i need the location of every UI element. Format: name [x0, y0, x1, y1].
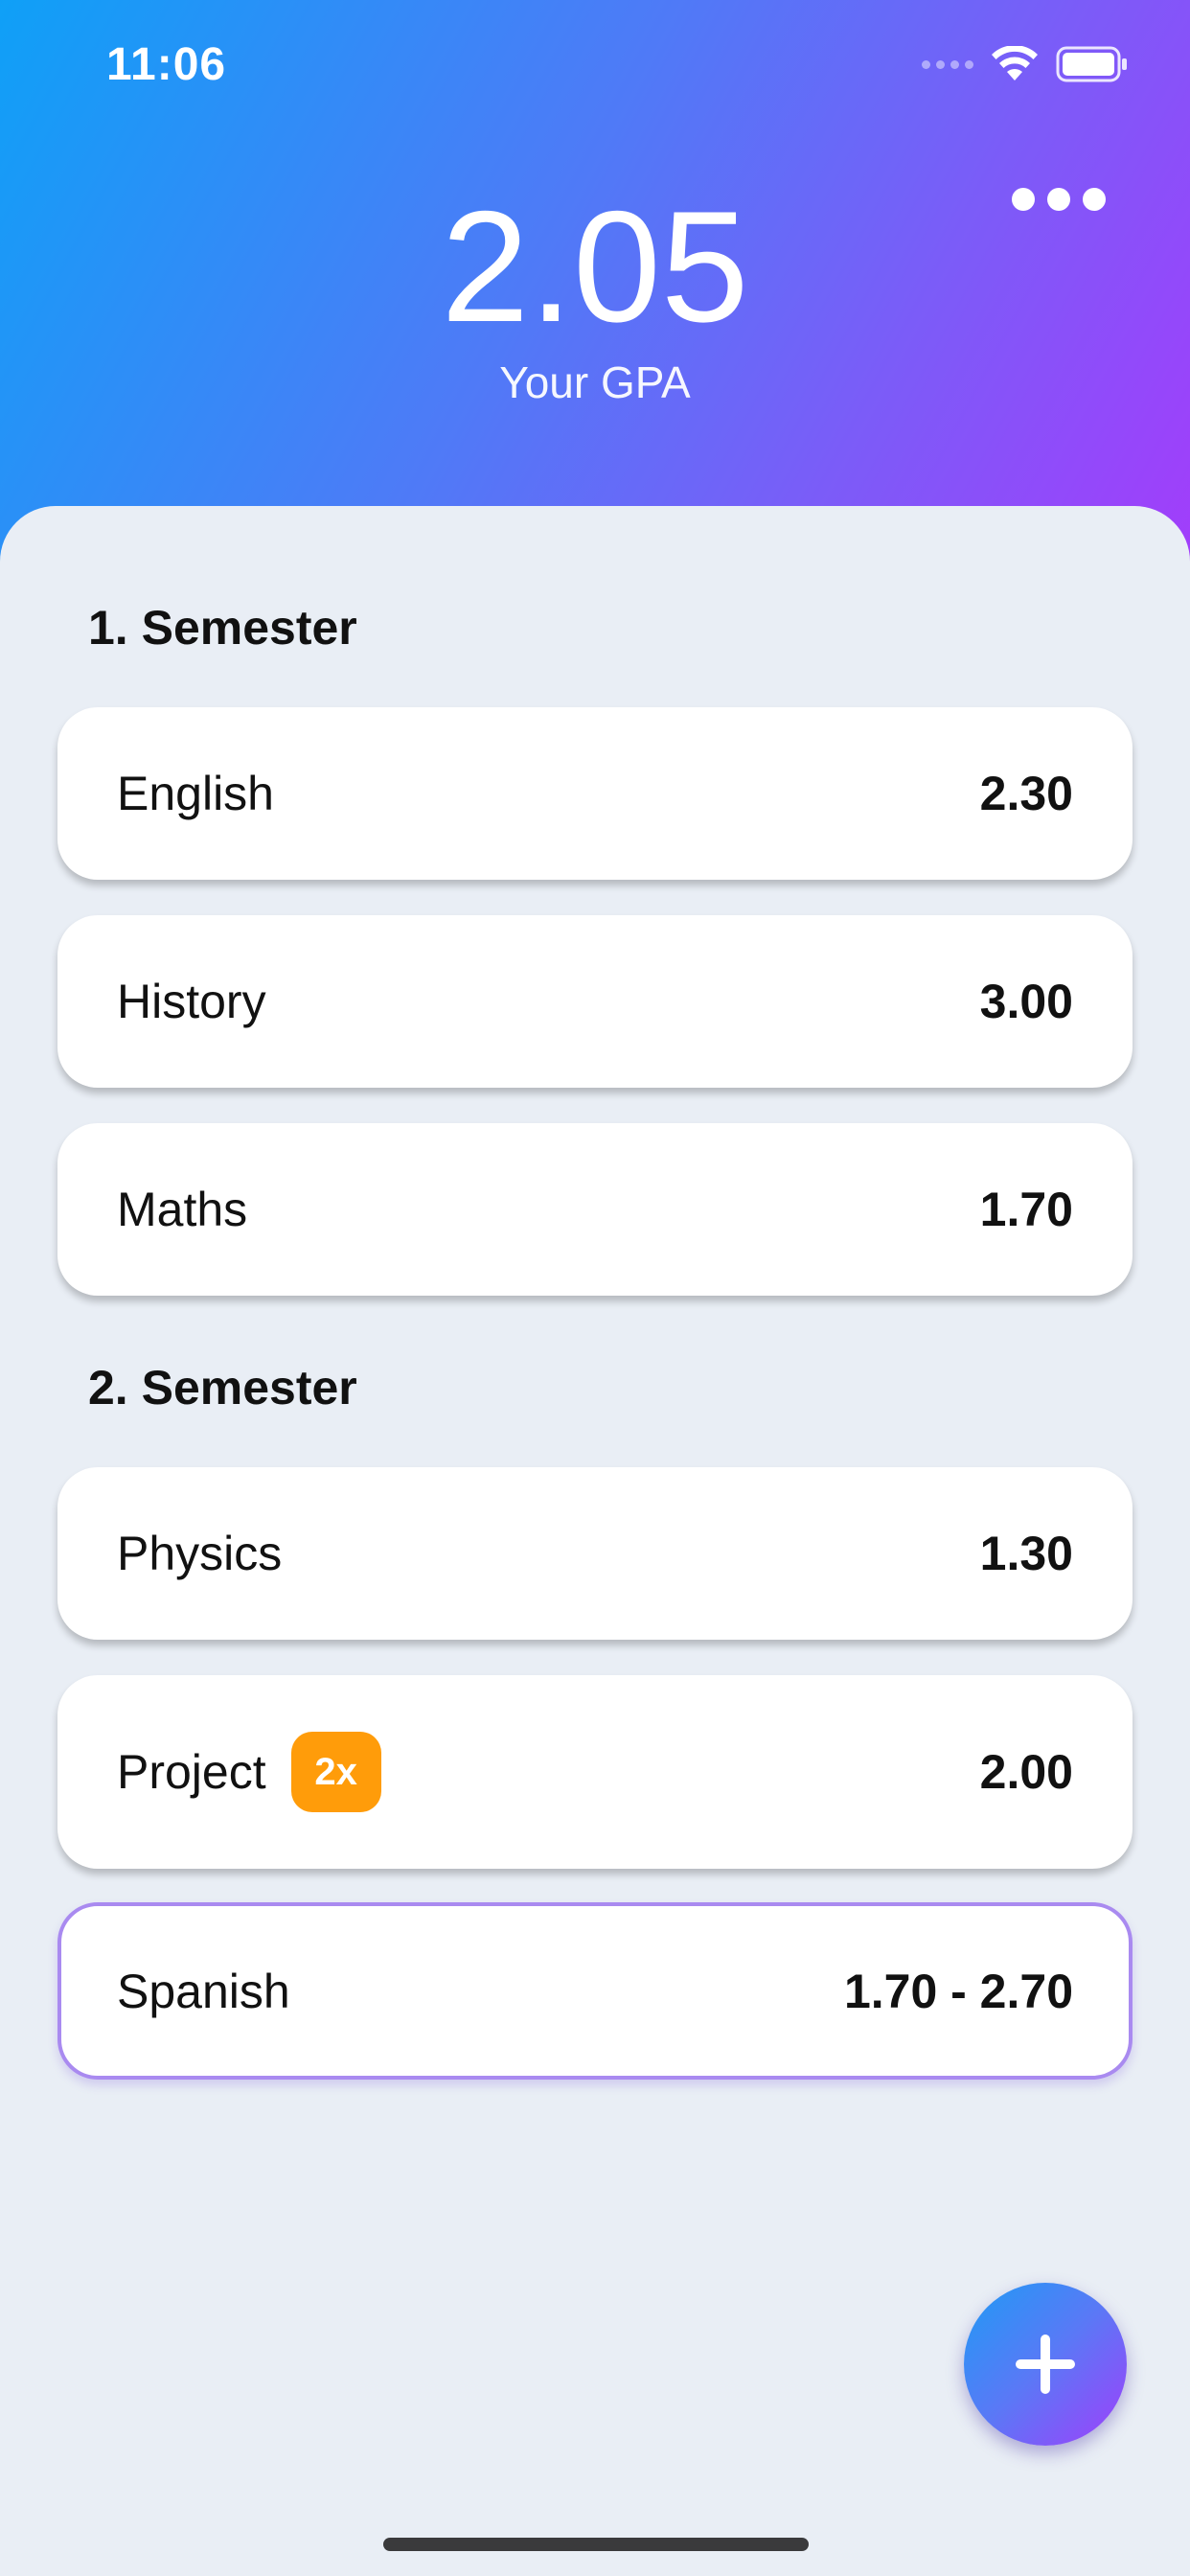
- plus-icon: [1016, 2334, 1075, 2394]
- course-card-project[interactable]: Project 2x 2.00: [57, 1675, 1133, 1869]
- course-name: Maths: [117, 1183, 248, 1236]
- weight-badge: 2x: [290, 1732, 381, 1812]
- course-card-spanish[interactable]: Spanish 1.70 - 2.70: [57, 1902, 1133, 2080]
- course-grade: 1.30: [979, 1527, 1073, 1580]
- course-name-group: Project 2x: [117, 1732, 381, 1812]
- wifi-icon: [991, 46, 1039, 82]
- section-title-semester-1: 1. Semester: [88, 601, 357, 655]
- course-grade: 3.00: [979, 975, 1073, 1028]
- course-card-english[interactable]: English 2.30: [57, 707, 1133, 880]
- add-course-button[interactable]: [964, 2283, 1127, 2446]
- gpa-value: 2.05: [441, 178, 749, 355]
- course-grade: 2.30: [979, 767, 1073, 820]
- course-name: History: [117, 975, 266, 1028]
- gpa-label: Your GPA: [499, 357, 691, 407]
- course-name: Physics: [117, 1527, 283, 1580]
- gpa-screen: 11:06 2.05 Your GPA 1. Semester English …: [0, 0, 1190, 2576]
- course-grade: 1.70: [979, 1183, 1073, 1236]
- course-name: Project: [117, 1745, 266, 1799]
- gpa-header: 11:06 2.05 Your GPA: [0, 0, 1190, 594]
- course-card-history[interactable]: History 3.00: [57, 915, 1133, 1088]
- course-name: Spanish: [117, 1964, 290, 2018]
- battery-icon: [1056, 46, 1129, 82]
- course-grade: 1.70 - 2.70: [843, 1964, 1073, 2018]
- section-title-semester-2: 2. Semester: [88, 1361, 357, 1414]
- status-time: 11:06: [106, 39, 227, 90]
- course-card-physics[interactable]: Physics 1.30: [57, 1467, 1133, 1640]
- status-icons: [922, 46, 1129, 82]
- course-name: English: [117, 767, 274, 820]
- course-card-maths[interactable]: Maths 1.70: [57, 1123, 1133, 1296]
- cellular-signal-icon: [922, 59, 973, 69]
- course-grade: 2.00: [979, 1745, 1073, 1799]
- home-indicator[interactable]: [383, 2538, 809, 2551]
